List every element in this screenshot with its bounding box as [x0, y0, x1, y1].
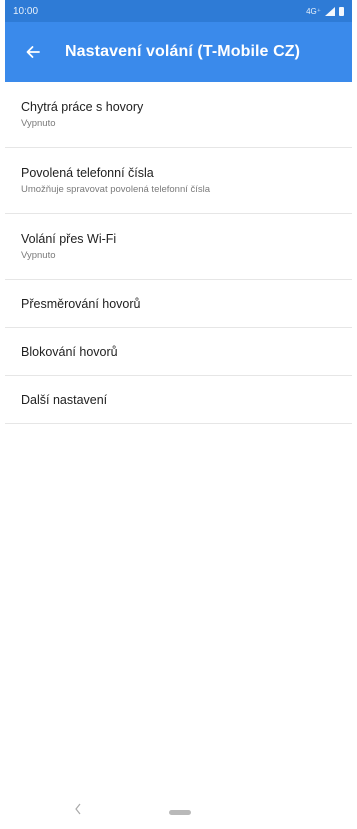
setting-title: Chytrá práce s hovory [21, 100, 144, 114]
status-time: 10:00 [13, 5, 39, 17]
signal-icon [325, 6, 335, 16]
setting-fixed-dialing-numbers[interactable]: Povolená telefonní čísla Umožňuje spravo… [5, 148, 352, 214]
status-bar: 10:00 4G⁺ [5, 0, 352, 22]
phone-screen: 10:00 4G⁺ Nastavení volání (T-Mobile CZ)… [5, 0, 352, 829]
setting-summary: Vypnuto [21, 250, 56, 261]
nav-home-icon[interactable] [169, 810, 191, 815]
setting-title: Další nastavení [21, 392, 108, 407]
setting-title: Přesměrování hovorů [21, 296, 141, 311]
setting-summary: Umožňuje spravovat povolená telefonní čí… [21, 184, 211, 195]
setting-title: Blokování hovorů [21, 344, 118, 359]
page-title: Nastavení volání (T-Mobile CZ) [65, 43, 301, 60]
setting-summary: Vypnuto [21, 118, 56, 129]
settings-list: Chytrá práce s hovory Vypnuto Povolená t… [5, 82, 352, 424]
battery-icon [339, 6, 344, 16]
app-bar: Nastavení volání (T-Mobile CZ) [5, 22, 352, 82]
setting-smart-call-handling[interactable]: Chytrá práce s hovory Vypnuto [5, 82, 352, 148]
setting-wifi-calling[interactable]: Volání přes Wi-Fi Vypnuto [5, 214, 352, 280]
network-type: 4G⁺ [306, 6, 321, 16]
setting-call-blocking[interactable]: Blokování hovorů [5, 328, 352, 376]
setting-additional-settings[interactable]: Další nastavení [5, 376, 352, 424]
status-indicators: 4G⁺ [306, 6, 344, 16]
setting-title: Povolená telefonní čísla [21, 166, 154, 180]
nav-back-icon[interactable] [73, 802, 83, 816]
navigation-bar [5, 793, 352, 829]
setting-call-forwarding[interactable]: Přesměrování hovorů [5, 280, 352, 328]
back-arrow-icon[interactable] [23, 42, 43, 62]
setting-title: Volání přes Wi-Fi [21, 232, 117, 246]
